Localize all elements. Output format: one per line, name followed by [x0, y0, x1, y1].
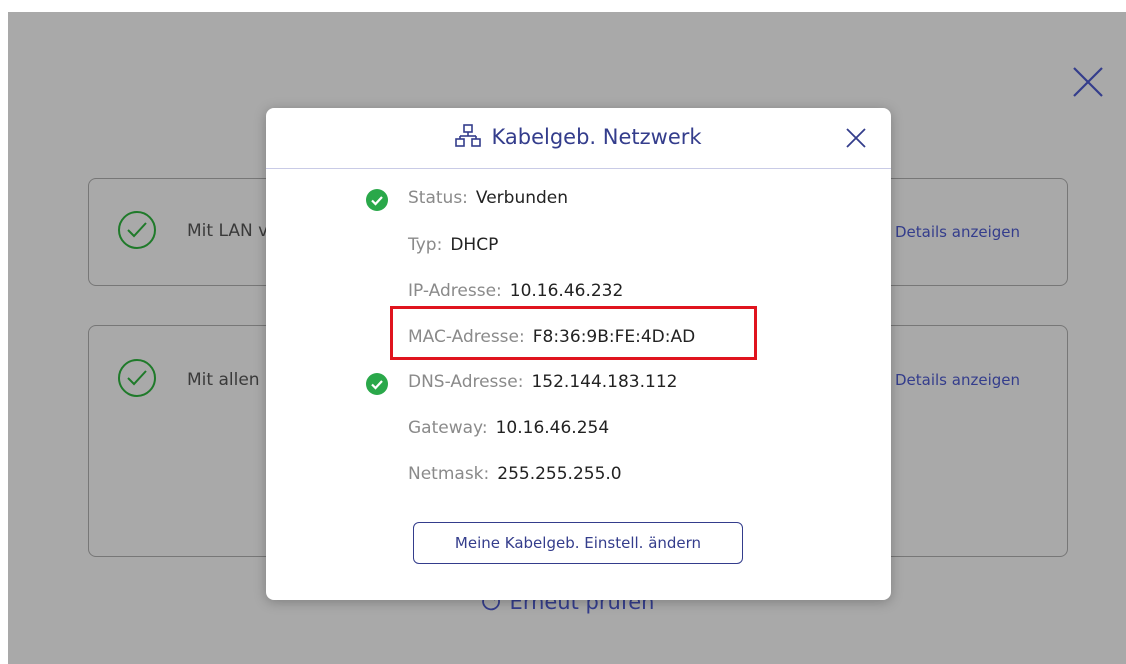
wired-network-dialog: Kabelgeb. Netzwerk Status: Verbunden Typ:…: [266, 108, 891, 600]
info-row-gateway: Gateway: 10.16.46.254: [408, 418, 609, 438]
info-value: 10.16.46.254: [495, 418, 610, 438]
info-key: Gateway:: [408, 418, 488, 438]
info-key: IP-Adresse:: [408, 281, 502, 301]
info-row-netmask: Netmask: 255.255.255.0: [408, 464, 622, 484]
info-value: DHCP: [450, 235, 499, 255]
check-icon: [366, 373, 388, 395]
info-row-mac: MAC-Adresse: F8:36:9B:FE:4D:AD: [408, 327, 695, 347]
close-icon[interactable]: [1068, 62, 1108, 102]
info-key: Typ:: [408, 235, 443, 255]
info-key: Status:: [408, 188, 468, 208]
info-key: MAC-Adresse:: [408, 327, 525, 347]
info-value: Verbunden: [475, 188, 569, 208]
services-details-link[interactable]: Details anzeigen: [895, 371, 1020, 389]
info-value: 10.16.46.232: [509, 281, 624, 301]
info-value: 152.144.183.112: [531, 372, 678, 392]
info-row-ip: IP-Adresse: 10.16.46.232: [408, 281, 623, 301]
check-circle-icon: [118, 211, 156, 249]
dialog-title: Kabelgeb. Netzwerk: [491, 125, 702, 149]
lan-details-link[interactable]: Details anzeigen: [895, 223, 1020, 241]
network-icon: [455, 124, 482, 147]
info-row-type: Typ: DHCP: [408, 235, 498, 255]
close-icon[interactable]: [844, 126, 868, 150]
info-key: Netmask:: [408, 464, 490, 484]
info-row-status: Status: Verbunden: [408, 188, 568, 208]
dialog-header: Kabelgeb. Netzwerk: [266, 108, 891, 169]
change-wired-settings-button[interactable]: Meine Kabelgeb. Einstell. ändern: [413, 522, 743, 564]
check-icon: [366, 189, 388, 211]
info-row-dns: DNS-Adresse: 152.144.183.112: [408, 372, 677, 392]
dialog-title-group: Kabelgeb. Netzwerk: [266, 123, 891, 149]
info-value: F8:36:9B:FE:4D:AD: [532, 327, 696, 347]
info-value: 255.255.255.0: [497, 464, 622, 484]
info-key: DNS-Adresse:: [408, 372, 524, 392]
screen-overlay: Netzwerk wird überprüft Mit LAN verbunde…: [8, 12, 1126, 664]
check-circle-icon: [118, 359, 156, 397]
